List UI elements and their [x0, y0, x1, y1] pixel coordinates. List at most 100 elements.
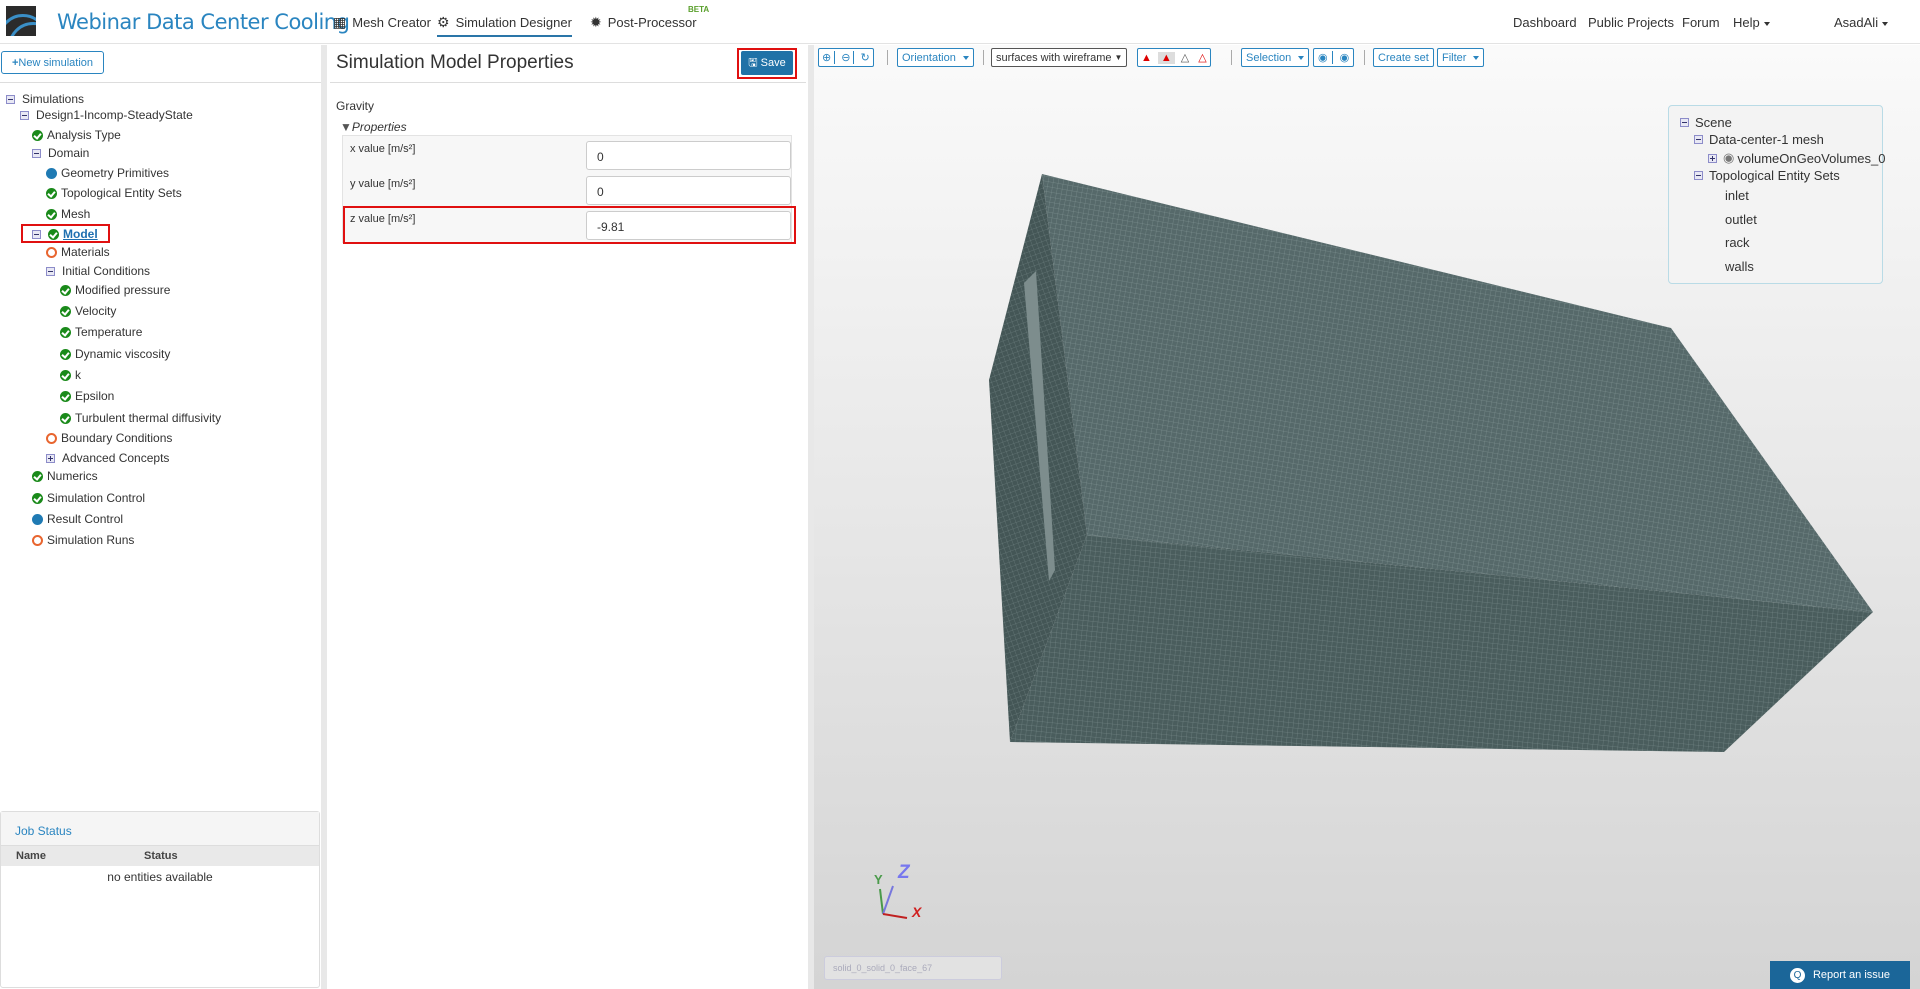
user-menu[interactable]: AsadAli — [1834, 15, 1889, 30]
new-simulation-button[interactable]: + New simulation — [1, 51, 104, 74]
tree-item[interactable]: Temperature — [60, 325, 142, 339]
tree-item[interactable]: Simulation Control — [32, 491, 145, 505]
job-status-panel: Job Status Name Status no entities avail… — [0, 811, 320, 988]
tree-item[interactable]: Topological Entity Sets — [46, 186, 182, 200]
tree-item[interactable]: Geometry Primitives — [46, 166, 169, 180]
eye-icon[interactable]: ◉ — [1336, 51, 1354, 64]
create-set-button[interactable]: Create set — [1373, 48, 1434, 67]
caret-down-icon: ▼ — [1114, 53, 1123, 62]
surface-wireframe-icon[interactable]: ▲ — [1157, 51, 1175, 64]
eye-slash-icon[interactable]: ◉ — [1314, 51, 1333, 64]
column-name[interactable]: Name — [16, 850, 144, 862]
tab-simulation-designer[interactable]: ⚙ Simulation Designer — [437, 14, 572, 37]
tree-item[interactable]: Simulations — [6, 92, 84, 106]
tree-item[interactable]: Modified pressure — [60, 283, 170, 297]
hovered-face-field[interactable]: solid_0_solid_0_face_67 — [824, 956, 1002, 980]
tab-post-processor[interactable]: ✹ Post-Processor — [590, 14, 697, 31]
toolbar-separator — [983, 50, 984, 65]
nav-forum[interactable]: Forum — [1682, 15, 1720, 30]
gears-icon: ⚙ — [437, 14, 450, 30]
collapse-icon[interactable] — [1680, 118, 1689, 127]
project-title[interactable]: Webinar Data Center Cooling — [57, 10, 350, 34]
filter-dropdown[interactable]: Filter — [1437, 48, 1485, 67]
collapse-icon[interactable] — [1694, 135, 1703, 144]
tree-item[interactable]: Numerics — [32, 469, 98, 483]
tree-item-label: Mesh — [61, 207, 91, 221]
y-value-label: y value [m/s²] — [350, 178, 416, 190]
zoom-controls: ⊕ ⊖ ↻ — [818, 48, 874, 67]
tree-item[interactable]: k — [60, 368, 81, 382]
solid-surface-icon[interactable]: ▲ — [1138, 52, 1155, 64]
app-logo[interactable] — [6, 6, 36, 36]
properties-group-toggle[interactable]: ▼Properties — [340, 120, 407, 134]
save-button[interactable]: 🖫 Save — [741, 51, 793, 75]
tree-item[interactable]: Initial Conditions — [46, 264, 150, 278]
orientation-dropdown[interactable]: Orientation — [897, 48, 974, 67]
dot-icon — [32, 513, 43, 525]
tree-item[interactable]: Dynamic viscosity — [60, 347, 170, 361]
points-icon[interactable]: △ — [1195, 51, 1209, 64]
y-value-input[interactable]: 0 — [586, 176, 791, 205]
x-value-input[interactable]: 0 — [586, 141, 791, 170]
tree-item-label: Boundary Conditions — [61, 431, 173, 445]
tree-item[interactable]: Domain — [32, 146, 89, 160]
panel-resize-handle[interactable] — [321, 45, 327, 989]
tree-item-label: Temperature — [75, 325, 143, 339]
tree-item[interactable]: Advanced Concepts — [46, 451, 169, 465]
highlight-box — [343, 206, 796, 244]
tree-item[interactable]: Simulation Runs — [32, 533, 134, 547]
report-issue-button[interactable]: Q Report an issue — [1770, 961, 1910, 989]
render-mode-select[interactable]: surfaces with wireframe ▼ — [991, 48, 1128, 67]
tree-item[interactable]: Velocity — [60, 304, 116, 318]
column-status[interactable]: Status — [144, 850, 178, 862]
check-circle-icon — [32, 492, 43, 504]
highlight-box — [21, 224, 110, 243]
z-axis-label: Z — [898, 862, 910, 883]
collapse-icon[interactable] — [32, 148, 41, 158]
scene-set-item[interactable]: rack — [1725, 235, 1750, 250]
collapse-icon[interactable] — [46, 266, 55, 276]
tree-item-label: Advanced Concepts — [62, 451, 170, 465]
divider — [0, 82, 321, 83]
tab-mesh-creator[interactable]: ▦ Mesh Creator — [333, 14, 431, 31]
selection-dropdown[interactable]: Selection — [1241, 48, 1310, 67]
tree-item-label: Velocity — [75, 304, 117, 318]
tree-item-label: Geometry Primitives — [61, 166, 170, 180]
eye-icon[interactable]: ◉ — [1723, 150, 1734, 166]
zoom-in-icon[interactable]: ⊕ — [819, 51, 836, 64]
scene-mesh[interactable]: Data-center-1 mesh — [1694, 132, 1824, 147]
y-axis-label: Y — [874, 872, 883, 887]
tree-item[interactable]: Analysis Type — [32, 128, 121, 142]
tree-item[interactable]: Mesh — [46, 207, 90, 221]
caret-down-icon — [962, 55, 969, 60]
x-axis-line — [882, 913, 908, 919]
nav-help[interactable]: Help — [1733, 15, 1770, 30]
job-status-title: Job Status — [1, 812, 319, 846]
expand-icon[interactable] — [46, 453, 55, 463]
scene-set-item[interactable]: inlet — [1725, 188, 1749, 203]
collapse-icon[interactable] — [20, 110, 29, 120]
scene-sets[interactable]: Topological Entity Sets — [1694, 168, 1840, 183]
refresh-icon[interactable]: ↻ — [857, 51, 872, 64]
expand-icon[interactable] — [1708, 153, 1717, 163]
nav-dashboard[interactable]: Dashboard — [1513, 15, 1577, 30]
tree-item[interactable]: Turbulent thermal diffusivity — [60, 411, 221, 425]
nav-public-projects[interactable]: Public Projects — [1588, 15, 1674, 30]
scene-set-item[interactable]: walls — [1725, 259, 1754, 274]
collapse-icon[interactable] — [6, 94, 15, 104]
tree-item[interactable]: Epsilon — [60, 389, 114, 403]
tree-item[interactable]: Design1-Incomp-SteadyState — [20, 108, 193, 122]
scene-volume[interactable]: ◉ volumeOnGeoVolumes_0 — [1708, 150, 1886, 166]
y-axis-line — [879, 888, 884, 915]
scene-root[interactable]: Scene — [1680, 115, 1732, 130]
collapse-icon[interactable] — [1694, 171, 1703, 180]
tree-item[interactable]: Boundary Conditions — [46, 431, 172, 445]
circle-outline-icon — [46, 432, 57, 444]
wireframe-icon[interactable]: △ — [1178, 51, 1192, 64]
gear-icon: ✹ — [590, 14, 602, 30]
check-circle-icon — [46, 187, 57, 199]
zoom-out-icon[interactable]: ⊖ — [838, 51, 855, 64]
tree-item[interactable]: Materials — [46, 245, 110, 259]
scene-set-item[interactable]: outlet — [1725, 212, 1757, 227]
tree-item[interactable]: Result Control — [32, 512, 123, 526]
